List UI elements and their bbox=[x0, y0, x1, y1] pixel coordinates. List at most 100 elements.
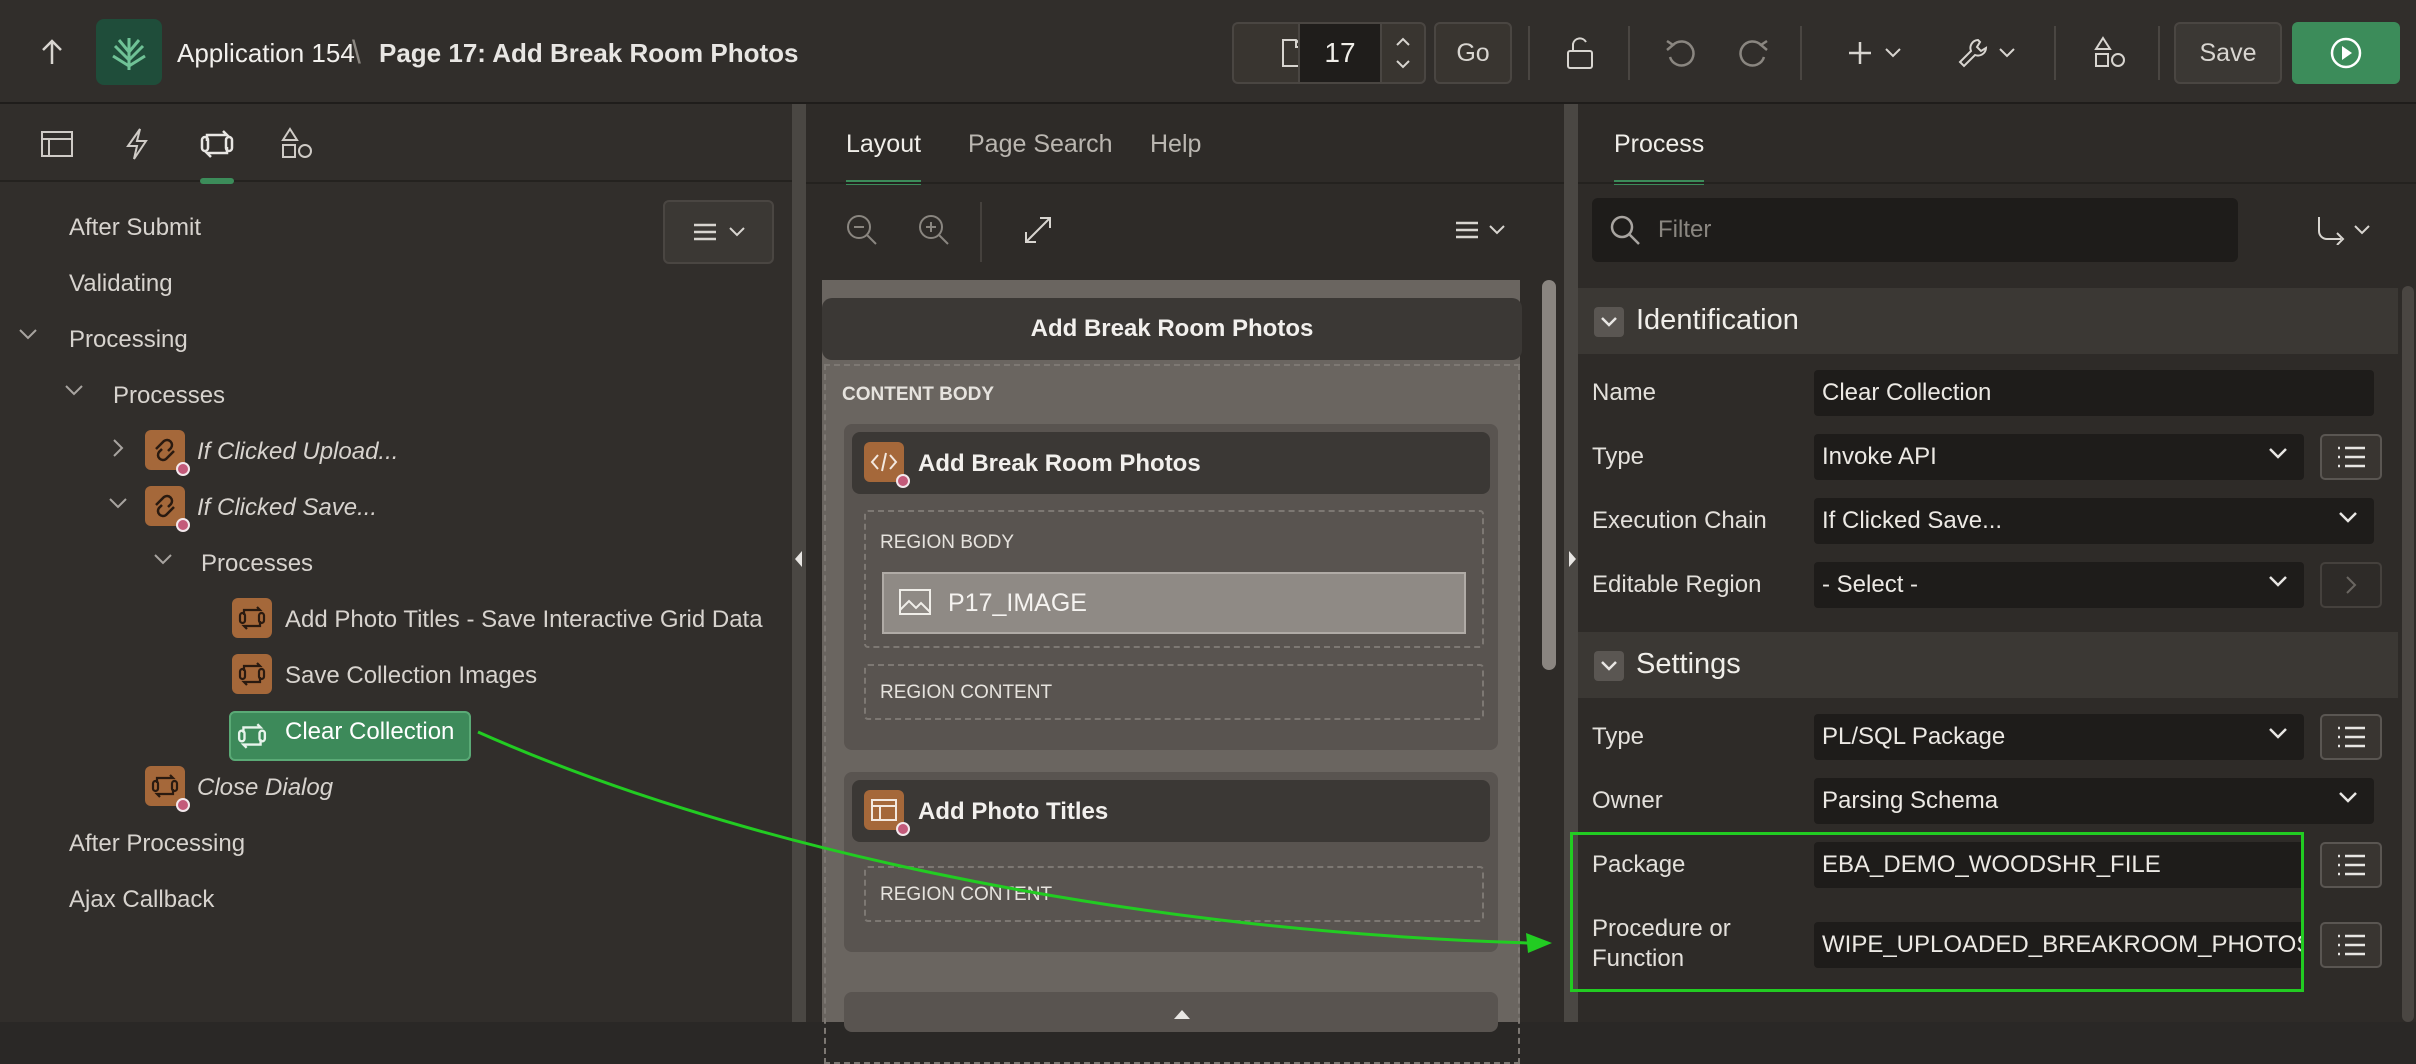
filter-input[interactable]: Filter bbox=[1592, 198, 2238, 262]
chevron-down-icon[interactable] bbox=[108, 497, 128, 509]
utilities-menu-button[interactable] bbox=[1946, 30, 2026, 76]
region-title: Add Photo Titles bbox=[918, 798, 1109, 825]
go-button[interactable]: Go bbox=[1434, 22, 1512, 84]
tree-menu-button[interactable] bbox=[663, 200, 774, 264]
chevron-down-icon bbox=[2269, 448, 2287, 459]
list-button[interactable] bbox=[2320, 922, 2382, 968]
type-value: Invoke API bbox=[1822, 443, 1937, 470]
list-button[interactable] bbox=[2320, 434, 2382, 480]
condition-badge bbox=[896, 474, 910, 488]
filter-placeholder: Filter bbox=[1658, 216, 1712, 243]
tab-processing[interactable] bbox=[192, 122, 242, 184]
chevron-down-icon[interactable] bbox=[64, 384, 84, 396]
tree-node-after-submit[interactable]: After Submit bbox=[69, 214, 201, 242]
tabs-divider bbox=[1578, 182, 2416, 184]
tab-page-search[interactable]: Page Search bbox=[968, 130, 1113, 159]
collapse-up-icon[interactable] bbox=[1173, 1008, 1191, 1020]
left-tabs bbox=[0, 104, 792, 184]
tree-node-close-dialog[interactable]: Close Dialog bbox=[197, 774, 333, 802]
chevron-down-icon[interactable] bbox=[1594, 307, 1624, 337]
property-editor-panel: Process Filter Identification Name Clear… bbox=[1570, 104, 2416, 1022]
chevron-down-icon[interactable] bbox=[1594, 651, 1624, 681]
page-region-header[interactable]: Add Break Room Photos bbox=[822, 298, 1522, 360]
app-name-link[interactable]: Application 154 bbox=[177, 38, 355, 69]
image-upload-icon bbox=[899, 589, 931, 615]
property-scrollbar[interactable] bbox=[2402, 286, 2414, 1022]
layout-canvas: Add Break Room Photos CONTENT BODY Add B… bbox=[822, 280, 1522, 1064]
tree-node-if-clicked-save[interactable]: If Clicked Save... bbox=[197, 494, 377, 522]
list-button[interactable] bbox=[2320, 714, 2382, 760]
list-button[interactable] bbox=[2320, 842, 2382, 888]
chevron-down-icon[interactable] bbox=[18, 328, 38, 340]
collapse-right-icon bbox=[1569, 551, 1576, 567]
rendering-icon bbox=[41, 131, 73, 157]
save-label: Save bbox=[2199, 38, 2257, 67]
type-select[interactable]: Invoke API bbox=[1814, 434, 2304, 480]
tree-node-validating[interactable]: Validating bbox=[69, 270, 173, 298]
owner-select[interactable]: Parsing Schema bbox=[1814, 778, 2374, 824]
chevron-down-icon[interactable] bbox=[153, 553, 173, 565]
chevron-down-icon bbox=[1489, 225, 1505, 235]
tab-layout[interactable]: Layout bbox=[846, 130, 922, 185]
collapse-left-icon bbox=[795, 551, 802, 567]
tree-node-save-collection-images[interactable]: Save Collection Images bbox=[285, 662, 537, 690]
tree-node-processing[interactable]: Processing bbox=[69, 326, 188, 354]
identification-section-header[interactable]: Identification bbox=[1578, 288, 2398, 354]
settings-type-select[interactable]: PL/SQL Package bbox=[1814, 714, 2304, 760]
app-logo-icon[interactable] bbox=[96, 19, 162, 85]
up-arrow-icon[interactable] bbox=[32, 32, 72, 72]
owner-label: Owner bbox=[1592, 787, 1663, 814]
tree-node-sub-processes[interactable]: Processes bbox=[201, 550, 313, 578]
tree-node-if-clicked-upload[interactable]: If Clicked Upload... bbox=[197, 438, 398, 466]
divider bbox=[1800, 26, 1802, 80]
tree-node-processes[interactable]: Processes bbox=[113, 382, 225, 410]
chevron-right-icon[interactable] bbox=[112, 438, 124, 458]
tree-node-add-photo-titles[interactable]: Add Photo Titles - Save Interactive Grid… bbox=[285, 606, 763, 634]
play-icon bbox=[2330, 37, 2362, 69]
shared-components-icon[interactable] bbox=[2086, 30, 2134, 76]
run-page-button[interactable] bbox=[2292, 22, 2400, 84]
condition-badge bbox=[176, 798, 190, 812]
tab-help[interactable]: Help bbox=[1150, 130, 1201, 159]
left-splitter[interactable] bbox=[792, 104, 806, 1022]
tab-rendering[interactable] bbox=[32, 122, 82, 166]
tab-process[interactable]: Process bbox=[1614, 130, 1705, 185]
layout-menu-button[interactable] bbox=[1448, 208, 1512, 252]
search-icon bbox=[1610, 215, 1640, 245]
corner-arrow-icon bbox=[2318, 217, 2345, 245]
execution-chain-select[interactable]: If Clicked Save... bbox=[1814, 498, 2374, 544]
tree-node-after-processing[interactable]: After Processing bbox=[69, 830, 245, 858]
breadcrumb-separator: \ bbox=[352, 34, 361, 70]
editable-region-label: Editable Region bbox=[1592, 571, 1762, 598]
layout-panel: Layout Page Search Help Add Break Room P… bbox=[806, 104, 1564, 1064]
list-icon bbox=[2338, 726, 2365, 748]
chevron-down-icon bbox=[2339, 792, 2357, 803]
editable-region-select[interactable]: - Select - bbox=[1814, 562, 2304, 608]
create-menu-button[interactable] bbox=[1834, 30, 1914, 76]
unlock-icon[interactable] bbox=[1556, 30, 1604, 76]
name-field[interactable]: Clear Collection bbox=[1814, 370, 2374, 416]
page-number-input[interactable]: 17 bbox=[1298, 22, 1382, 84]
settings-section-header[interactable]: Settings bbox=[1578, 632, 2398, 698]
chevron-down-icon bbox=[2269, 576, 2287, 587]
redo-icon[interactable] bbox=[1730, 30, 1776, 76]
undo-icon[interactable] bbox=[1658, 30, 1704, 76]
divider bbox=[1628, 26, 1630, 80]
tree-node-ajax-callback[interactable]: Ajax Callback bbox=[69, 886, 214, 914]
zoom-out-icon[interactable] bbox=[840, 208, 884, 252]
page-stepper[interactable] bbox=[1380, 22, 1426, 84]
editable-region-value: - Select - bbox=[1822, 571, 1919, 598]
layout-scrollbar[interactable] bbox=[1542, 280, 1556, 670]
divider bbox=[980, 202, 982, 262]
item-p17-image[interactable]: P17_IMAGE bbox=[882, 572, 1466, 634]
plus-icon bbox=[1849, 42, 1871, 64]
expand-icon[interactable] bbox=[1016, 208, 1060, 252]
save-button[interactable]: Save bbox=[2174, 22, 2282, 84]
process-icon bbox=[232, 598, 272, 638]
tab-shared-components[interactable] bbox=[272, 122, 322, 166]
tab-dynamic-actions[interactable] bbox=[112, 122, 162, 166]
go-to-region-button[interactable] bbox=[2320, 562, 2382, 608]
go-to-group-button[interactable] bbox=[2308, 208, 2378, 252]
zoom-in-icon[interactable] bbox=[912, 208, 956, 252]
chevron-down-icon bbox=[1396, 60, 1410, 69]
